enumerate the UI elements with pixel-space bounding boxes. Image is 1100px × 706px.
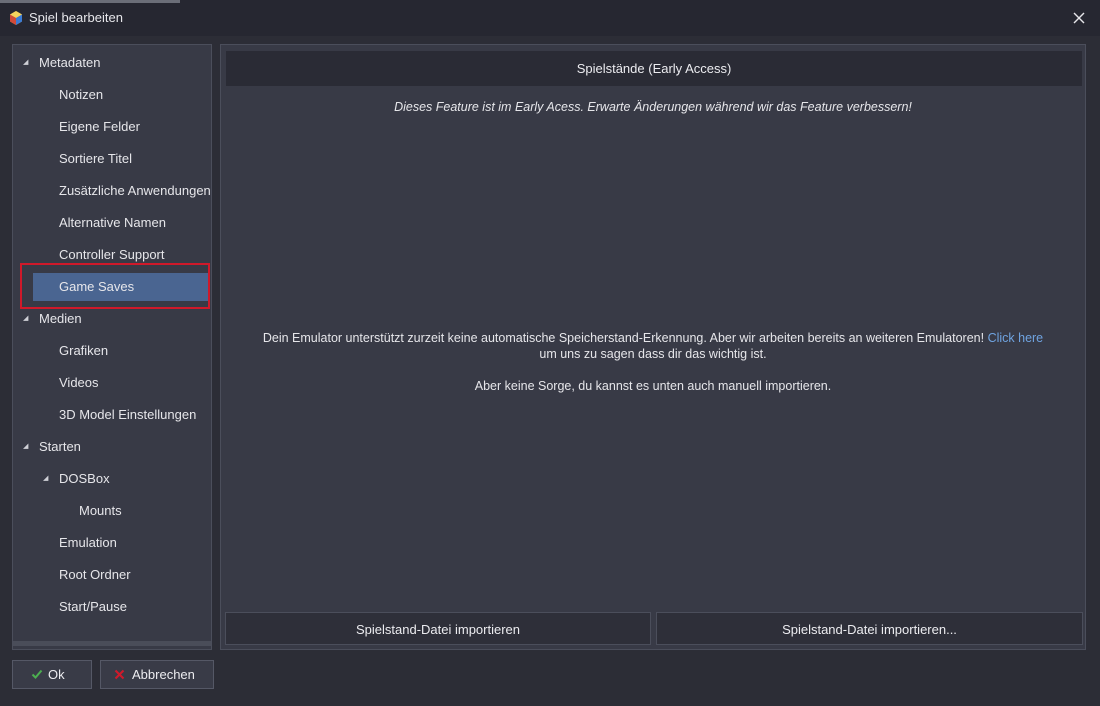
sidebar-item-label: DOSBox — [59, 471, 110, 486]
window-title: Spiel bearbeiten — [29, 10, 123, 25]
info-text: Dein Emulator unterstützt zurzeit keine … — [262, 331, 985, 345]
sidebar-item-alternative-namen[interactable]: Alternative Namen — [13, 207, 211, 239]
cancel-label: Abbrechen — [132, 667, 195, 682]
sidebar-item-label: Alternative Namen — [59, 215, 166, 230]
sidebar-item-notizen[interactable]: Notizen — [13, 79, 211, 111]
sidebar-item-start-pause[interactable]: Start/Pause — [13, 591, 211, 623]
click-here-link[interactable]: Click here — [988, 331, 1044, 345]
expand-arrow-icon[interactable]: ◢ — [23, 431, 28, 463]
app-icon — [10, 11, 22, 25]
sidebar-item-videos[interactable]: Videos — [13, 367, 211, 399]
import-save-button[interactable]: Spielstand-Datei importieren — [225, 612, 651, 645]
info-line-3: Aber keine Sorge, du kannst es unten auc… — [474, 379, 832, 393]
sidebar-item-label: Sortiere Titel — [59, 151, 132, 166]
sidebar-item-starten[interactable]: ◢ Starten — [13, 431, 211, 463]
check-icon — [31, 669, 43, 679]
sidebar-item-grafiken[interactable]: Grafiken — [13, 335, 211, 367]
sidebar-item-label: Notizen — [59, 87, 104, 102]
sidebar-item-mounts[interactable]: Mounts — [13, 495, 211, 527]
sidebar-item-label: Start/Pause — [59, 599, 127, 614]
ok-button[interactable]: Ok — [12, 660, 92, 689]
sidebar-item-label: Metadaten — [39, 55, 101, 70]
sidebar-item-zusaetzliche-anwendungen[interactable]: Zusätzliche Anwendungen — [13, 175, 211, 207]
sidebar-item-sortiere-titel[interactable]: Sortiere Titel — [13, 143, 211, 175]
sidebar-item-label: Videos — [59, 375, 99, 390]
cancel-button[interactable]: Abbrechen — [100, 660, 214, 689]
sidebar-item-label: Emulation — [59, 535, 117, 550]
sidebar-item-label: Zusätzliche Anwendungen — [59, 183, 211, 198]
section-header: Spielstände (Early Access) — [226, 51, 1082, 86]
horizontal-scrollbar[interactable] — [13, 641, 211, 646]
sidebar-item-label: Controller Support — [59, 247, 165, 262]
sidebar-item-game-saves[interactable]: Game Saves — [13, 271, 211, 303]
sidebar-item-metadaten[interactable]: ◢ Metadaten — [13, 47, 211, 79]
sidebar-item-eigene-felder[interactable]: Eigene Felder — [13, 111, 211, 143]
sidebar-item-emulation[interactable]: Emulation — [13, 527, 211, 559]
close-icon[interactable] — [1070, 9, 1088, 27]
sidebar-item-root-ordner[interactable]: Root Ordner — [13, 559, 211, 591]
sidebar-item-label: 3D Model Einstellungen — [59, 407, 197, 422]
sidebar-item-label: Grafiken — [59, 343, 109, 358]
info-line-2: um uns zu sagen dass dir das wichtig ist… — [539, 347, 767, 361]
sidebar-item-controller-support[interactable]: Controller Support — [13, 239, 211, 271]
sidebar-item-label: Eigene Felder — [59, 119, 140, 134]
background-strip — [0, 0, 180, 3]
early-access-note: Dieses Feature ist im Early Acess. Erwar… — [394, 100, 912, 114]
ok-label: Ok — [48, 667, 65, 682]
sidebar-item-3d-model-einstellungen[interactable]: 3D Model Einstellungen — [13, 399, 211, 431]
sidebar-tree: ◢ Metadaten Notizen Eigene Felder Sortie… — [12, 44, 212, 650]
expand-arrow-icon[interactable]: ◢ — [23, 303, 28, 335]
sidebar-item-label: Medien — [39, 311, 82, 326]
sidebar-item-label: Root Ordner — [59, 567, 131, 582]
sidebar-item-dosbox[interactable]: ◢ DOSBox — [13, 463, 211, 495]
cancel-icon — [114, 669, 125, 680]
main-panel: Spielstände (Early Access) Dieses Featur… — [220, 44, 1086, 650]
sidebar-item-label: Mounts — [79, 503, 122, 518]
expand-arrow-icon[interactable]: ◢ — [43, 463, 48, 495]
expand-arrow-icon[interactable]: ◢ — [23, 47, 28, 79]
info-line-1: Dein Emulator unterstützt zurzeit keine … — [221, 331, 1085, 345]
sidebar-item-label: Starten — [39, 439, 81, 454]
sidebar-item-medien[interactable]: ◢ Medien — [13, 303, 211, 335]
import-save-file-button[interactable]: Spielstand-Datei importieren... — [656, 612, 1083, 645]
sidebar-item-label: Game Saves — [59, 279, 135, 294]
title-bar: Spiel bearbeiten — [0, 0, 1100, 36]
